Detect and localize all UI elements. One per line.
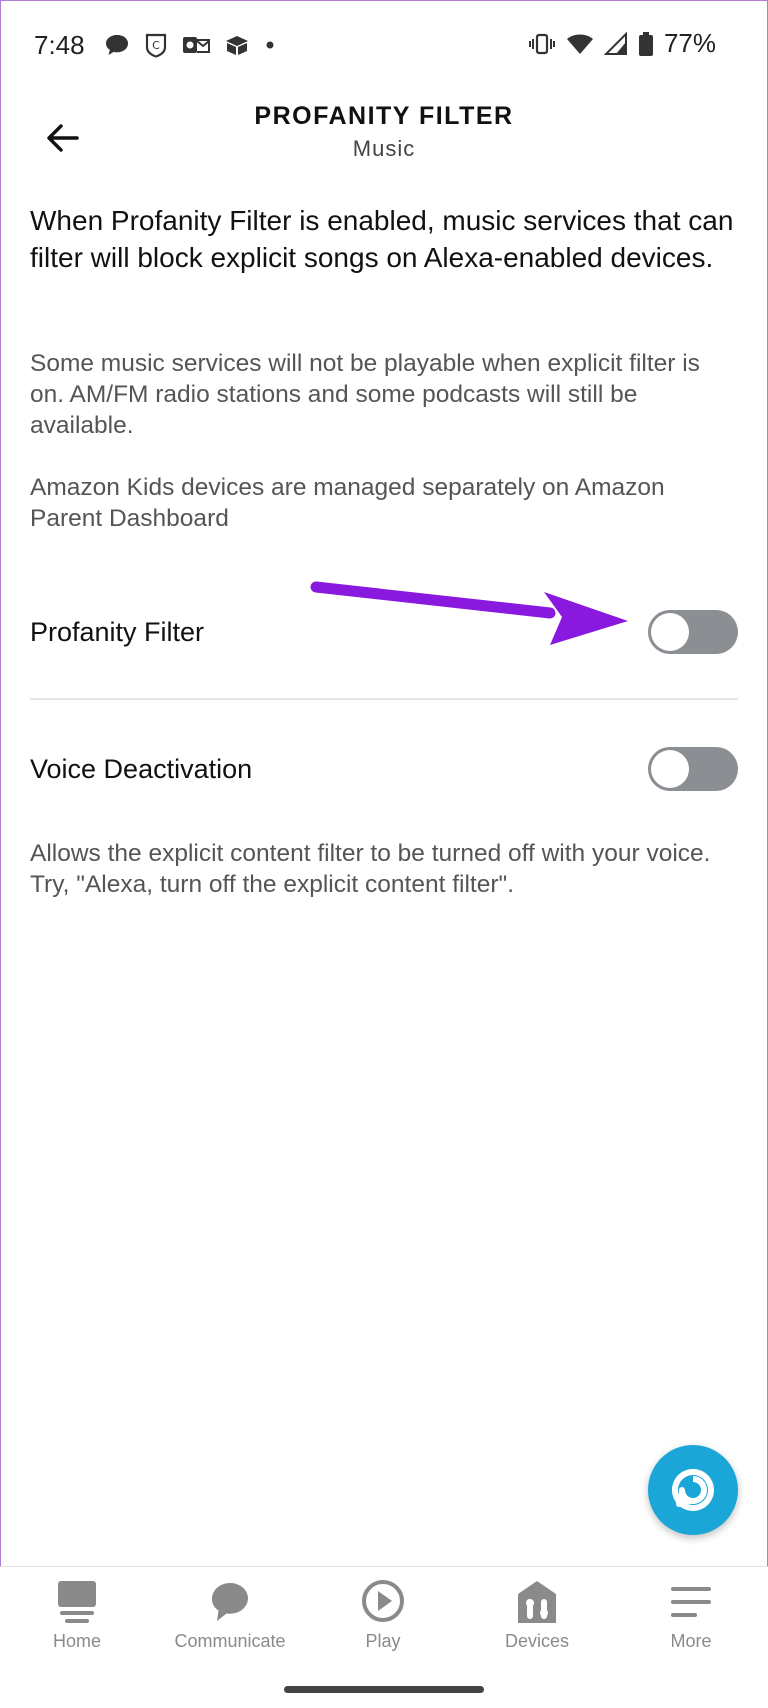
annotation-arrow	[310, 581, 628, 645]
svg-text:C: C	[152, 39, 160, 52]
dot-icon	[266, 41, 274, 49]
kids-note: Amazon Kids devices are managed separate…	[30, 474, 665, 532]
play-icon	[362, 1580, 404, 1622]
nav-devices-label: Devices	[504, 1631, 570, 1651]
box-icon	[226, 36, 248, 55]
voice-deactivation-label: Voice Deactivation	[30, 753, 253, 784]
nav-communicate[interactable]: Communicate	[165, 1579, 295, 1652]
voice-deactivation-row: Voice Deactivation	[30, 729, 738, 809]
battery-percent: 77%	[663, 28, 716, 58]
system-icons: 77%	[528, 28, 716, 59]
shield-app-icon: C	[145, 33, 167, 58]
nav-more[interactable]: More	[626, 1579, 756, 1652]
chat-bubble-icon	[106, 35, 128, 55]
home-icon	[58, 1581, 96, 1623]
status-bar: 7:48 C 77%	[0, 0, 768, 92]
page-title: PROFANITY FILTER	[254, 102, 514, 130]
nav-play-label: Play	[365, 1631, 401, 1651]
page-header: PROFANITY FILTER Music	[0, 92, 768, 182]
notification-icons: C	[104, 32, 276, 58]
wifi-icon	[566, 34, 593, 54]
intro-text: When Profanity Filter is enabled, music …	[30, 205, 734, 273]
nav-play[interactable]: Play	[318, 1579, 448, 1652]
divider	[30, 698, 738, 700]
profanity-filter-label: Profanity Filter	[30, 616, 205, 647]
nav-devices[interactable]: Devices	[472, 1579, 602, 1652]
services-note: Some music services will not be playable…	[30, 350, 700, 439]
battery-icon	[638, 31, 653, 56]
voice-deactivation-description: Allows the explicit content filter to be…	[30, 840, 711, 898]
alexa-button[interactable]	[648, 1445, 738, 1535]
menu-icon	[671, 1587, 711, 1617]
nav-more-label: More	[670, 1631, 712, 1651]
alexa-icon	[672, 1469, 714, 1511]
vibrate-icon	[528, 33, 555, 54]
nav-home[interactable]: Home	[12, 1579, 142, 1652]
chat-icon	[212, 1583, 248, 1621]
devices-icon	[518, 1581, 556, 1623]
nav-communicate-label: Communicate	[174, 1631, 286, 1651]
toggle-knob	[651, 613, 689, 651]
page-subtitle: Music	[352, 136, 416, 161]
toggle-knob	[651, 750, 689, 788]
voice-deactivation-toggle[interactable]	[648, 747, 738, 791]
status-time: 7:48	[34, 30, 85, 60]
signal-icon	[603, 31, 627, 55]
outlook-icon	[183, 37, 210, 53]
profanity-filter-toggle[interactable]	[648, 610, 738, 654]
nav-home-label: Home	[52, 1631, 101, 1651]
home-indicator[interactable]	[284, 1686, 484, 1693]
